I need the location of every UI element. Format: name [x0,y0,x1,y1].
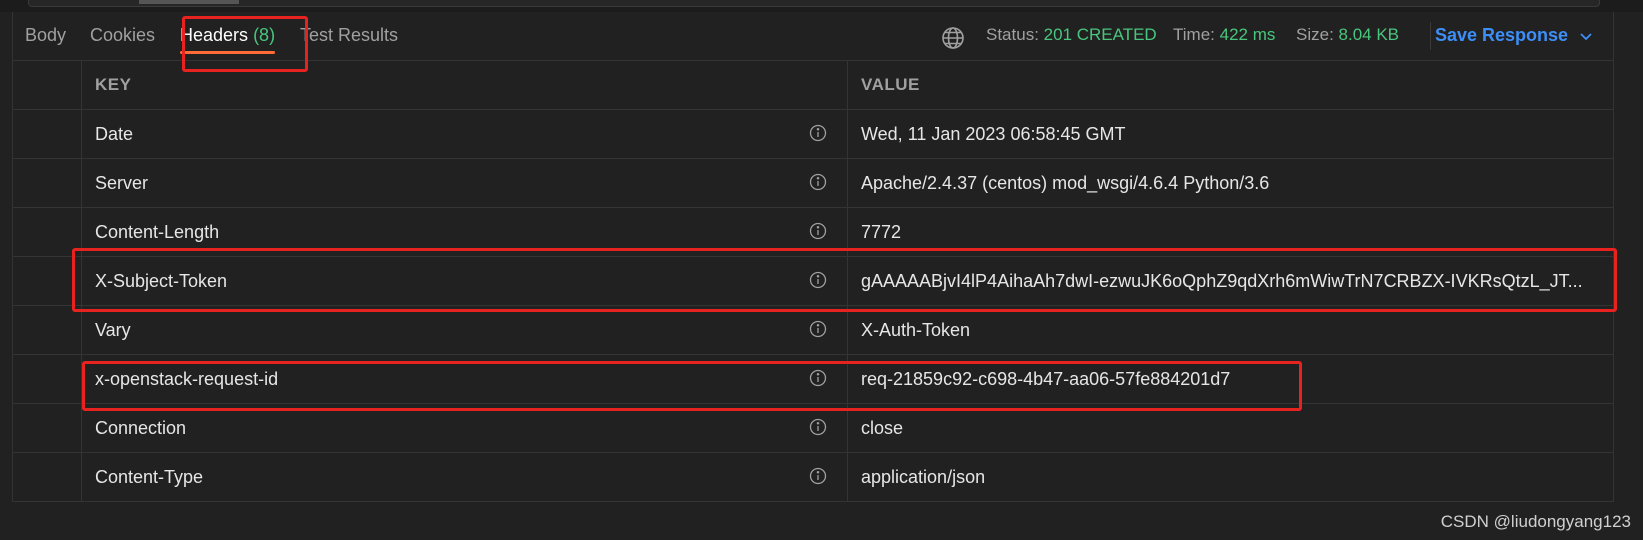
header-value[interactable]: req-21859c92-c698-4b47-aa06-57fe884201d7 [861,355,1601,403]
info-icon[interactable] [809,418,827,436]
request-bar-remnant [0,0,1643,12]
size-value: 8.04 KB [1338,25,1400,44]
save-response-button[interactable]: Save Response [1435,22,1593,52]
tab-headers[interactable]: Headers (8) [180,22,276,54]
tab-cookies-label: Cookies [90,25,156,45]
header-value[interactable]: Wed, 11 Jan 2023 06:58:45 GMT [861,110,1601,158]
status-label: Status: [986,25,1039,44]
time-readout: Time: 422 ms [1173,22,1275,52]
time-label: Time: [1173,25,1215,44]
row-checkbox-cell [13,404,82,452]
info-icon[interactable] [809,173,827,191]
row-checkbox-cell [13,208,82,256]
table-header-row: KEY VALUE [13,61,1613,110]
tab-headers-count: (8) [253,25,276,45]
info-icon[interactable] [809,467,827,485]
tab-body-label: Body [25,25,67,45]
table-row: Vary X-Auth-Token [13,306,1613,355]
row-checkbox-cell [13,159,82,207]
row-checkbox-cell [13,257,82,305]
status-value: 201 CREATED [1043,25,1157,44]
header-key: X-Subject-Token [95,271,228,291]
toolbar-divider [1430,22,1431,50]
info-icon[interactable] [809,271,827,289]
header-key: Connection [95,418,187,438]
table-row: x-openstack-request-id req-21859c92-c698-… [13,355,1613,404]
status-readout: Status: 201 CREATED [986,22,1157,52]
tab-headers-label: Headers [180,25,249,45]
row-checkbox-cell [13,110,82,158]
key-column-header: KEY [95,75,132,94]
table-row: Content-Length 7772 [13,208,1613,257]
info-icon[interactable] [809,320,827,338]
value-column-header: VALUE [861,75,920,94]
save-response-label: Save Response [1435,25,1569,45]
header-key: Server [95,173,149,193]
tab-test-results-label: Test Results [300,25,399,45]
row-checkbox-cell [13,453,82,501]
tab-cookies[interactable]: Cookies [90,22,155,52]
watermark: CSDN @liudongyang123 [1440,512,1631,531]
header-value[interactable]: close [861,404,1601,452]
header-key: Date [95,124,134,144]
url-input[interactable] [28,0,1600,7]
header-key: x-openstack-request-id [95,369,279,389]
info-icon[interactable] [809,369,827,387]
size-label: Size: [1296,25,1334,44]
time-value: 422 ms [1219,25,1276,44]
table-row: Date Wed, 11 Jan 2023 06:58:45 GMT [13,110,1613,159]
header-key: Content-Length [95,222,220,242]
table-row: Content-Type application/json [13,453,1613,502]
info-icon[interactable] [809,124,827,142]
tab-body[interactable]: Body [25,22,66,52]
header-key: Content-Type [95,467,204,487]
tab-test-results[interactable]: Test Results [300,22,398,52]
header-value[interactable]: 7772 [861,208,1601,256]
header-key: Vary [95,320,131,340]
active-tab-indicator [180,51,276,54]
header-value[interactable]: application/json [861,453,1601,501]
header-value[interactable]: X-Auth-Token [861,306,1601,354]
header-value[interactable]: Apache/2.4.37 (centos) mod_wsgi/4.6.4 Py… [861,159,1601,207]
response-tabbar: Body Cookies Headers (8) Test Results St… [12,12,1614,61]
chevron-down-icon[interactable] [1579,29,1593,43]
headers-table: KEY VALUE Date Wed, 11 Jan 2023 06:58:45 … [12,61,1614,502]
globe-icon[interactable] [941,26,965,50]
size-readout: Size: 8.04 KB [1296,22,1399,52]
row-checkbox-cell [13,355,82,403]
header-value[interactable]: gAAAAABjvI4lP4AihaAh7dwI-ezwuJK6oQphZ9qd… [861,257,1601,305]
table-row: Connection close [13,404,1613,453]
table-row: Server Apache/2.4.37 (centos) mod_wsgi/4.… [13,159,1613,208]
row-checkbox-cell [13,306,82,354]
info-icon[interactable] [809,222,827,240]
table-row: X-Subject-Token gAAAAABjvI4lP4AihaAh7dwI-… [13,257,1613,306]
